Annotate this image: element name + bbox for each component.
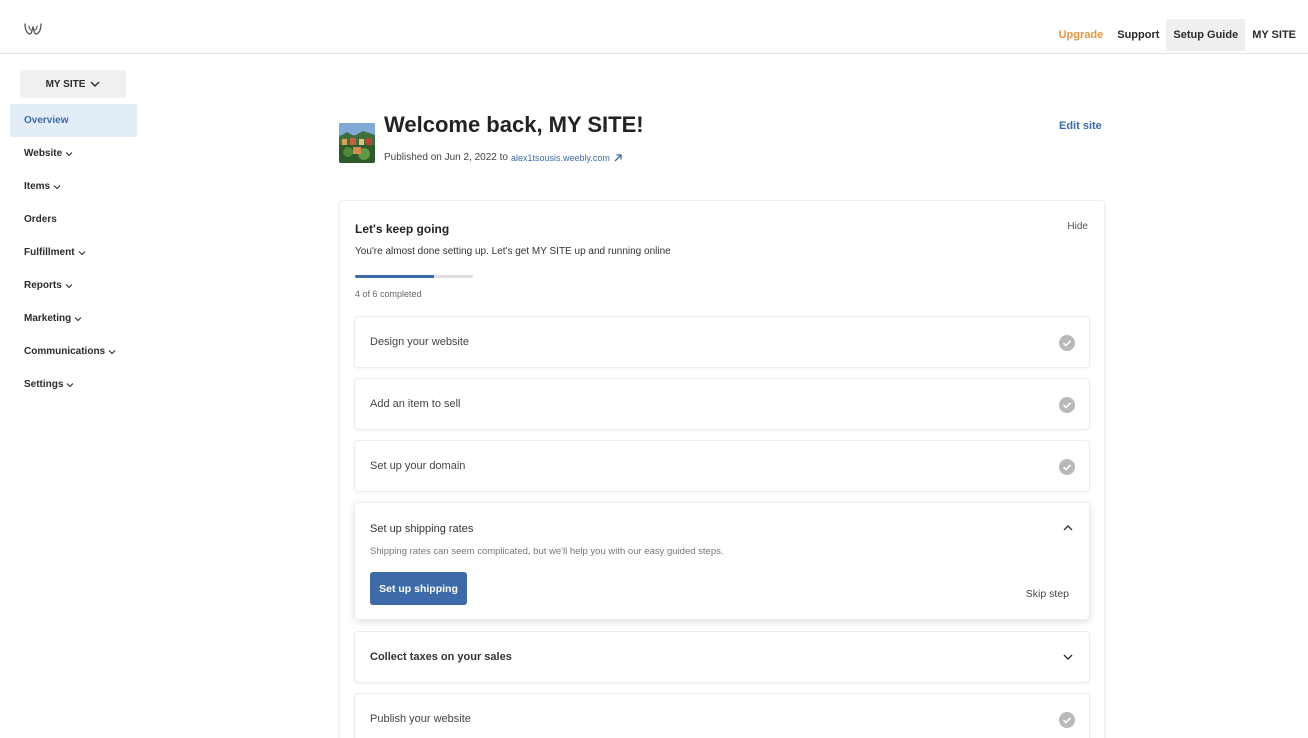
chevron-down-icon bbox=[108, 349, 116, 354]
check-circle-icon bbox=[1059, 712, 1075, 728]
sidebar-item-website[interactable]: Website bbox=[10, 137, 137, 170]
top-bar: Upgrade Support Setup Guide MY SITE bbox=[0, 0, 1308, 54]
step-publish-website[interactable]: Publish your website bbox=[354, 693, 1090, 738]
sidebar-item-communications[interactable]: Communications bbox=[10, 335, 137, 368]
step-label: Design your website bbox=[370, 336, 470, 348]
edit-site-link[interactable]: Edit site bbox=[1059, 120, 1102, 132]
chevron-up-icon[interactable] bbox=[1063, 524, 1073, 531]
sidebar-item-label: Overview bbox=[24, 115, 69, 126]
check-circle-icon bbox=[1059, 335, 1075, 351]
sidebar-item-label: Marketing bbox=[24, 313, 72, 324]
step-shipping-rates: Set up shipping rates Shipping rates can… bbox=[354, 502, 1090, 620]
my-site-menu[interactable]: MY SITE bbox=[1245, 19, 1308, 51]
sidebar-item-label: Reports bbox=[24, 280, 62, 291]
chevron-down-icon bbox=[65, 283, 73, 288]
sidebar-item-label: Website bbox=[24, 148, 63, 159]
setup-guide-card: Let's keep going Hide You're almost done… bbox=[339, 200, 1105, 738]
published-info: Published on Jun 2, 2022 to alex1tsousis… bbox=[384, 152, 623, 163]
sidebar-item-orders[interactable]: Orders bbox=[10, 203, 137, 236]
chevron-down-icon bbox=[78, 250, 85, 255]
external-link-icon[interactable] bbox=[613, 153, 623, 163]
step-label[interactable]: Set up shipping rates bbox=[370, 523, 473, 535]
page-title: Welcome back, MY SITE! bbox=[384, 112, 644, 137]
published-text: Published on Jun 2, 2022 to bbox=[384, 152, 508, 163]
progress-bar bbox=[355, 275, 473, 278]
site-selector[interactable]: MY SITE bbox=[20, 70, 126, 98]
step-label: Publish your website bbox=[370, 713, 471, 725]
chevron-down-icon bbox=[53, 184, 61, 189]
step-setup-domain[interactable]: Set up your domain bbox=[354, 440, 1090, 492]
sidebar-item-fulfillment[interactable]: Fulfillment bbox=[10, 236, 137, 269]
step-collect-taxes[interactable]: Collect taxes on your sales bbox=[354, 631, 1090, 683]
sidebar-item-label: Orders bbox=[24, 214, 57, 225]
sidebar-item-settings[interactable]: Settings bbox=[10, 368, 137, 401]
card-subtitle: You're almost done setting up. Let's get… bbox=[355, 246, 671, 257]
setup-shipping-button[interactable]: Set up shipping bbox=[370, 572, 467, 605]
step-description: Shipping rates can seem complicated, but… bbox=[370, 546, 724, 557]
step-label: Collect taxes on your sales bbox=[370, 651, 512, 663]
chevron-down-icon bbox=[65, 151, 73, 156]
sidebar-item-label: Fulfillment bbox=[24, 247, 75, 258]
upgrade-link[interactable]: Upgrade bbox=[1052, 19, 1111, 51]
sidebar-item-marketing[interactable]: Marketing bbox=[10, 302, 137, 335]
progress-fill bbox=[355, 275, 434, 278]
step-label: Set up your domain bbox=[370, 460, 466, 472]
step-add-item[interactable]: Add an item to sell bbox=[354, 378, 1090, 430]
sidebar-item-items[interactable]: Items bbox=[10, 170, 137, 203]
hide-button[interactable]: Hide bbox=[1067, 221, 1088, 232]
top-nav: Upgrade Support Setup Guide MY SITE bbox=[1052, 19, 1308, 51]
site-selector-label: MY SITE bbox=[45, 78, 86, 90]
setup-guide-link[interactable]: Setup Guide bbox=[1166, 19, 1246, 51]
sidebar-item-overview[interactable]: Overview bbox=[10, 104, 137, 137]
sidebar-nav: Overview Website Items Orders Fulfillmen… bbox=[10, 104, 137, 401]
sidebar-item-label: Communications bbox=[24, 346, 106, 357]
site-url-link[interactable]: alex1tsousis.weebly.com bbox=[511, 153, 610, 163]
progress-label: 4 of 6 completed bbox=[355, 289, 422, 299]
chevron-down-icon bbox=[1063, 654, 1073, 660]
sidebar-item-reports[interactable]: Reports bbox=[10, 269, 137, 302]
step-label: Add an item to sell bbox=[370, 398, 461, 410]
chevron-down-icon bbox=[90, 81, 100, 87]
skip-step-button[interactable]: Skip step bbox=[1026, 588, 1069, 600]
support-link[interactable]: Support bbox=[1110, 19, 1166, 51]
card-title: Let's keep going bbox=[355, 222, 450, 236]
step-design-website[interactable]: Design your website bbox=[354, 316, 1090, 368]
weebly-logo-icon[interactable] bbox=[24, 22, 42, 36]
chevron-down-icon bbox=[74, 316, 82, 321]
check-circle-icon bbox=[1059, 459, 1075, 475]
chevron-down-icon bbox=[67, 382, 74, 387]
check-circle-icon bbox=[1059, 397, 1075, 413]
sidebar-item-label: Items bbox=[24, 181, 51, 192]
sidebar-item-label: Settings bbox=[24, 379, 64, 390]
site-thumbnail bbox=[339, 123, 375, 163]
